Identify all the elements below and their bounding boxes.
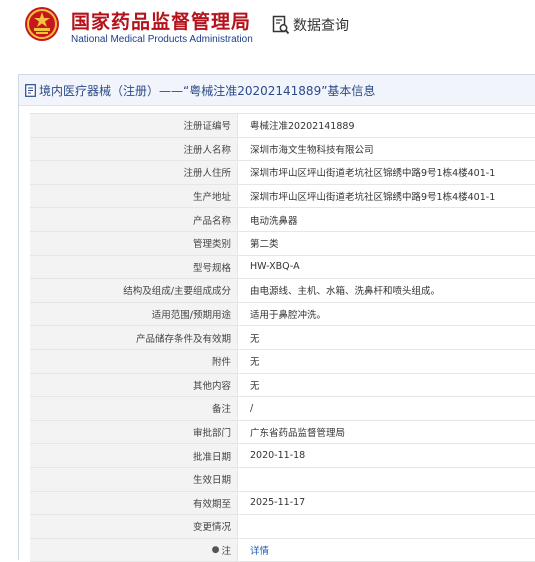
row-label: 产品名称 [30,208,238,231]
table-row: 结构及组成/主要组成成分 由电源线、主机、水箱、洗鼻杆和喷头组成。 [30,279,535,303]
row-label: 变更情况 [30,515,238,538]
search-doc-icon [272,15,290,35]
table-row: 适用范围/预期用途 适用于鼻腔冲洗。 [30,302,535,327]
site-title-english: National Medical Products Administration [71,34,253,45]
note-label: 注 [221,545,231,557]
row-value: 第二类 [250,239,279,251]
table-row: 变更情况 [30,515,535,539]
row-value: 无 [250,357,260,369]
detail-panel: 境内医疗器械（注册）——“粤械注准20202141889”基本信息 注册证编号 … [18,74,535,562]
row-label: 注册人名称 [30,137,238,161]
panel-header: 境内医疗器械（注册）——“粤械注准20202141889”基本信息 [19,75,535,106]
row-value [238,515,535,538]
row-value [238,468,535,491]
row-value: 2020-11-18 [250,450,306,462]
row-value: 详情 [238,539,535,562]
row-label: 产品储存条件及有效期 [30,326,238,349]
row-label: 有效期至 [30,491,238,515]
site-title: 国家药品监督管理局 [71,11,252,33]
lightbulb-icon: ● [211,544,220,555]
details-link[interactable]: 详情 [250,543,269,557]
row-value: 广东省药品监督管理局 [250,428,346,440]
row-label: 适用范围/预期用途 [30,302,238,326]
table-row: 审批部门 广东省药品监督管理局 [30,420,535,445]
row-label: 型号规格 [30,255,238,279]
table-row: 产品储存条件及有效期 无 [30,326,535,350]
table-row: 注册人名称 深圳市海文生物科技有限公司 [30,137,535,162]
table-row: 有效期至 2025-11-17 [30,491,535,516]
row-value: 由电源线、主机、水箱、洗鼻杆和喷头组成。 [250,286,441,298]
data-query-label: 数据查询 [293,18,349,34]
table-row: 型号规格 HW-XBQ-A [30,255,535,280]
table-row: 附件 无 [30,349,535,374]
row-value: 深圳市坪山区坪山街道老坑社区锦绣中路9号1栋4楼401-1 [250,168,496,180]
row-label: 备注 [30,397,238,420]
doc-icon [25,83,36,97]
site-header: 国家药品监督管理局 National Medical Products Admi… [0,0,535,60]
row-label: 注册证编号 [30,114,238,137]
row-value: 适用于鼻腔冲洗。 [250,310,327,322]
row-label: 注册人住所 [30,161,238,184]
row-label: 附件 [30,349,238,373]
row-value: 深圳市海文生物科技有限公司 [250,144,374,156]
info-table: 注册证编号 粤械注准20202141889 注册人名称 深圳市海文生物科技有限公… [30,113,535,562]
row-value: HW-XBQ-A [250,261,300,273]
table-row: 管理类别 第二类 [30,231,535,256]
row-value: 2025-11-17 [250,497,306,509]
panel-title: 境内医疗器械（注册）——“粤械注准20202141889”基本信息 [39,83,376,98]
data-query-link[interactable]: 数据查询 [272,14,349,36]
table-row: 注册证编号 粤械注准20202141889 [30,114,535,138]
row-label: 管理类别 [30,231,238,255]
table-row: 其他内容 无 [30,373,535,398]
table-row: 批准日期 2020-11-18 [30,444,535,468]
table-row: 生效日期 [30,467,535,492]
table-row: 注册人住所 深圳市坪山区坪山街道老坑社区锦绣中路9号1栋4楼401-1 [30,161,535,185]
table-row: 产品名称 电动洗鼻器 [30,208,535,232]
row-value: 粤械注准20202141889 [250,121,355,133]
row-label: 审批部门 [30,420,238,444]
row-value: 无 [250,333,260,345]
row-label: 生产地址 [30,184,238,208]
row-value: / [250,402,254,414]
row-label: 生效日期 [30,467,238,491]
row-label: 其他内容 [30,373,238,397]
table-row: 生产地址 深圳市坪山区坪山街道老坑社区锦绣中路9号1栋4楼401-1 [30,184,535,209]
row-value: 无 [250,380,260,392]
national-emblem-icon [25,7,59,41]
table-row: 备注 / [30,397,535,421]
row-label: 批准日期 [30,444,238,467]
row-value: 深圳市坪山区坪山街道老坑社区锦绣中路9号1栋4楼401-1 [250,192,496,204]
row-value: 电动洗鼻器 [250,215,298,227]
row-label-note: ● 注 [30,538,238,562]
row-label: 结构及组成/主要组成成分 [30,279,238,302]
